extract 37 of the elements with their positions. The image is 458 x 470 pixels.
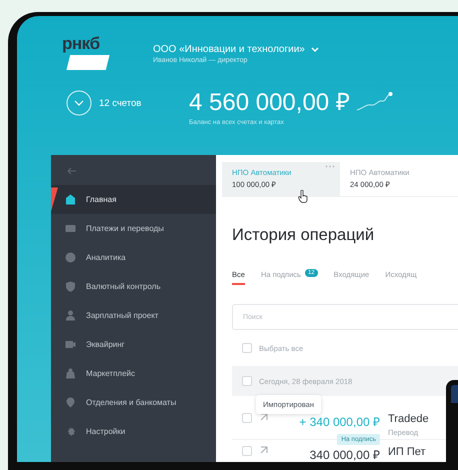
menu-icon: [65, 310, 76, 321]
checkbox[interactable]: [242, 413, 252, 423]
hand-cursor-icon: [298, 190, 308, 203]
operation-amount: + 340 000,00 ₽: [299, 414, 380, 430]
sidebar-item[interactable]: Зарплатный проект: [51, 301, 216, 330]
bank-logo: рнкб: [62, 36, 101, 52]
page-title: История операций: [232, 226, 376, 245]
sidebar-item[interactable]: Валютный контроль: [51, 272, 216, 301]
checkbox[interactable]: [242, 446, 252, 456]
menu-icon: [65, 281, 76, 292]
menu-icon: [65, 426, 76, 437]
menu-icon: [65, 223, 76, 234]
counterparty-name: ИП Пет: [388, 446, 426, 458]
import-icon: [260, 413, 268, 421]
checkbox[interactable]: [242, 343, 252, 353]
menu-icon: [65, 252, 76, 263]
expand-circle-icon[interactable]: [66, 90, 92, 116]
menu-icon: [65, 339, 76, 350]
import-icon: [260, 446, 268, 454]
menu-icon: [65, 194, 76, 205]
counterparty-name: Tradede: [388, 413, 429, 425]
sidebar-item[interactable]: Аналитика: [51, 243, 216, 272]
chevron-down-icon[interactable]: [310, 46, 319, 52]
sidebar-item[interactable]: Настройки: [51, 417, 216, 446]
checkbox[interactable]: [242, 376, 252, 386]
sidebar-item[interactable]: Эквайринг: [51, 330, 216, 359]
sparkline-drawing: [356, 90, 394, 112]
sidebar-item[interactable]: Маркетплейс: [51, 359, 216, 388]
sidebar-item[interactable]: Платежи и переводы: [51, 214, 216, 243]
sidebar-item[interactable]: Главная: [51, 185, 216, 214]
sidebar-item[interactable]: Отделения и банкоматы: [51, 388, 216, 417]
back-arrow-icon[interactable]: [67, 167, 77, 175]
total-balance: 4 560 000,00 ₽: [189, 90, 350, 116]
operation-amount: 340 000,00 ₽: [310, 447, 380, 462]
menu-icon: [65, 397, 76, 408]
more-icon[interactable]: [325, 165, 335, 168]
menu-icon: [65, 368, 76, 379]
